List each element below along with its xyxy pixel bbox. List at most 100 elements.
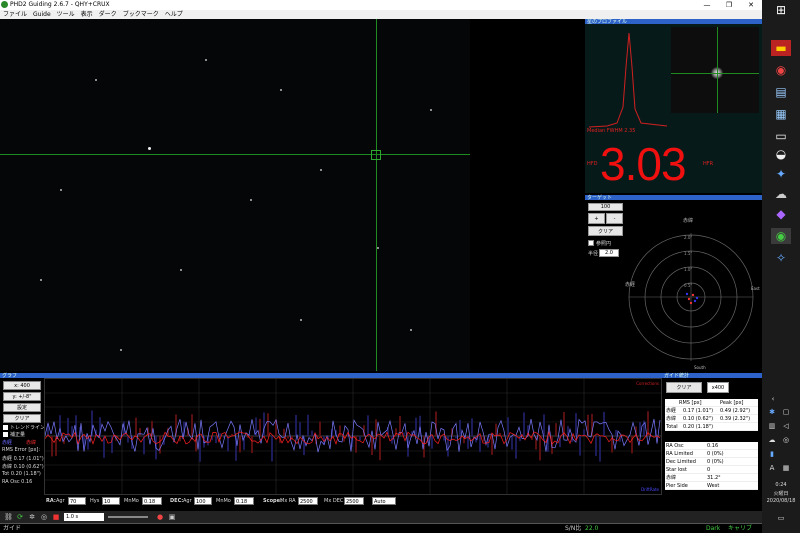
graph-clear-button[interactable]: クリア — [3, 414, 41, 423]
exposure-select[interactable]: 1.0 s — [64, 513, 104, 521]
menu-view[interactable]: 表示 — [78, 10, 96, 19]
cam-settings-icon[interactable]: ▣ — [168, 513, 176, 521]
target-zoom-select[interactable]: 100 — [588, 203, 623, 211]
window-icon[interactable]: ▭ — [771, 128, 791, 144]
stats-clear-button[interactable]: クリア — [666, 382, 702, 393]
stop-icon[interactable]: ■ — [52, 513, 60, 521]
hfd-value: 3.03 — [600, 138, 687, 190]
app-icon[interactable]: ✦ — [771, 166, 791, 182]
app-icon[interactable]: ✧ — [771, 250, 791, 266]
correction-bar — [371, 436, 373, 456]
snr-label: S/N比 — [565, 525, 582, 532]
gamma-slider[interactable] — [108, 516, 148, 518]
brain-icon[interactable]: ● — [156, 513, 164, 521]
max-dec-input[interactable]: 2500 — [344, 497, 364, 505]
trendline-checkbox[interactable] — [3, 425, 8, 430]
star — [40, 279, 42, 281]
table-row: 赤緯 31.2° — [665, 474, 758, 482]
cloud-icon[interactable]: ☁ — [768, 436, 776, 444]
notification-icon[interactable]: ▭ — [776, 514, 786, 522]
correction-bar — [339, 425, 341, 436]
dec-mode-select[interactable]: Auto — [372, 497, 396, 505]
zoom-out-button[interactable]: - — [606, 213, 623, 224]
start-icon[interactable]: ⊞ — [771, 2, 791, 18]
snr-value: 22.0 — [585, 525, 599, 532]
app-icon[interactable]: ◆ — [771, 206, 791, 222]
ra-minmove-input[interactable]: 0.18 — [142, 497, 162, 505]
correction-bar — [539, 436, 541, 461]
file-explorer-icon[interactable]: ▬ — [771, 40, 791, 56]
network-icon[interactable]: ▥ — [768, 422, 776, 430]
stats-table-2: RA Osc 0.16 RA Limited 0 (0%) Dec Limited 0… — [665, 442, 758, 490]
max-ra-input[interactable]: 2500 — [298, 497, 318, 505]
volume-icon[interactable]: ◁ — [782, 422, 790, 430]
dec-agr-label: Agr — [183, 498, 192, 504]
restore-button[interactable]: ❐ — [718, 0, 740, 10]
clock-time[interactable]: 0:24 — [762, 482, 800, 488]
menu-tools[interactable]: ツール — [54, 10, 78, 19]
usb-icon[interactable]: ▮ — [768, 450, 776, 458]
close-button[interactable]: ✕ — [740, 0, 762, 10]
connect-icon[interactable]: ⛓ — [4, 513, 13, 521]
y-scale-select[interactable]: y: +/-8" — [3, 392, 41, 401]
dec-minmove-input[interactable]: 0.18 — [234, 497, 254, 505]
graph-settings-button[interactable]: 設定 — [3, 403, 41, 412]
crosshair-horizontal — [0, 154, 470, 155]
reference-circle-checkbox[interactable] — [588, 240, 594, 246]
menu-guide[interactable]: Guide — [30, 10, 54, 19]
correction-bar — [603, 411, 605, 436]
zoom-in-button[interactable]: + — [588, 213, 605, 224]
ra-hysteresis-input[interactable]: 10 — [102, 497, 120, 505]
app-icon[interactable]: ▤ — [771, 84, 791, 100]
target-panel: ターゲット 100 + - クリア 参照円 半径 2.0 赤緯 赤経 East … — [585, 195, 762, 373]
radius-input[interactable]: 2.0 — [599, 249, 619, 257]
display-icon[interactable]: ▢ — [782, 408, 790, 416]
correction-bar — [495, 423, 497, 436]
col-rms: RMS [px] — [679, 400, 702, 406]
phd2-taskbar-icon[interactable]: ◉ — [771, 228, 791, 244]
ra-osc: RA Osc 0.16 — [2, 479, 33, 485]
guide-params-row: RA: Agr 70 Hys 10 MnMo 0.18 DEC: Agr 100… — [44, 495, 662, 507]
guide-graph-svg — [44, 379, 661, 494]
star-profile-curve — [588, 32, 668, 128]
correction-bar — [415, 417, 417, 436]
app-icon[interactable]: ☁ — [771, 186, 791, 202]
target-clear-button[interactable]: クリア — [588, 226, 623, 236]
stats-range-select[interactable]: x400 — [707, 382, 729, 393]
table-row: Total 0.20 (1.18") — [665, 423, 758, 431]
menu-file[interactable]: ファイル — [0, 10, 30, 19]
crosshair-vertical — [376, 19, 377, 371]
auto-select-star-icon[interactable]: ✲ — [28, 513, 36, 521]
table-row: Pier Side West — [665, 482, 758, 490]
loop-icon[interactable]: ⟳ — [16, 513, 24, 521]
dec-aggression-input[interactable]: 100 — [194, 497, 212, 505]
correction-bar — [431, 436, 433, 449]
ime-language[interactable]: A — [768, 464, 776, 472]
clock-date[interactable]: 2020/08/18 — [762, 498, 800, 504]
corrections-checkbox[interactable] — [3, 432, 8, 437]
minimize-button[interactable]: — — [696, 0, 718, 10]
star — [250, 199, 252, 201]
table-row: RA Limited 0 (0%) — [665, 450, 758, 458]
correction-bar — [239, 436, 241, 453]
globe-icon[interactable]: ◎ — [782, 436, 790, 444]
menu-bookmarks[interactable]: ブックマーク — [120, 10, 162, 19]
app-icon[interactable]: ▦ — [771, 106, 791, 122]
chevron-up-icon[interactable]: ‹ — [769, 395, 777, 403]
guide-graph-plot[interactable]: Corrections DriftRate — [44, 378, 662, 495]
correction-bar — [287, 436, 289, 439]
camera-image-view[interactable] — [0, 19, 584, 371]
menu-darks[interactable]: ダーク — [96, 10, 120, 19]
chrome-icon[interactable]: ◉ — [771, 62, 791, 78]
dark-status: Dark — [706, 525, 721, 532]
ra-aggression-input[interactable]: 70 — [68, 497, 86, 505]
menu-help[interactable]: ヘルプ — [162, 10, 186, 19]
trendline-label: トレンドライン — [10, 425, 46, 431]
star — [95, 79, 97, 81]
app-icon[interactable]: ◒ — [771, 146, 791, 162]
bluetooth-icon[interactable]: ✱ — [768, 408, 776, 416]
keyboard-icon[interactable]: ▦ — [782, 464, 790, 472]
x-scale-select[interactable]: x: 400 — [3, 381, 41, 390]
clock-day[interactable]: 火曜日 — [762, 490, 800, 497]
guide-target-icon[interactable]: ◎ — [40, 513, 48, 521]
